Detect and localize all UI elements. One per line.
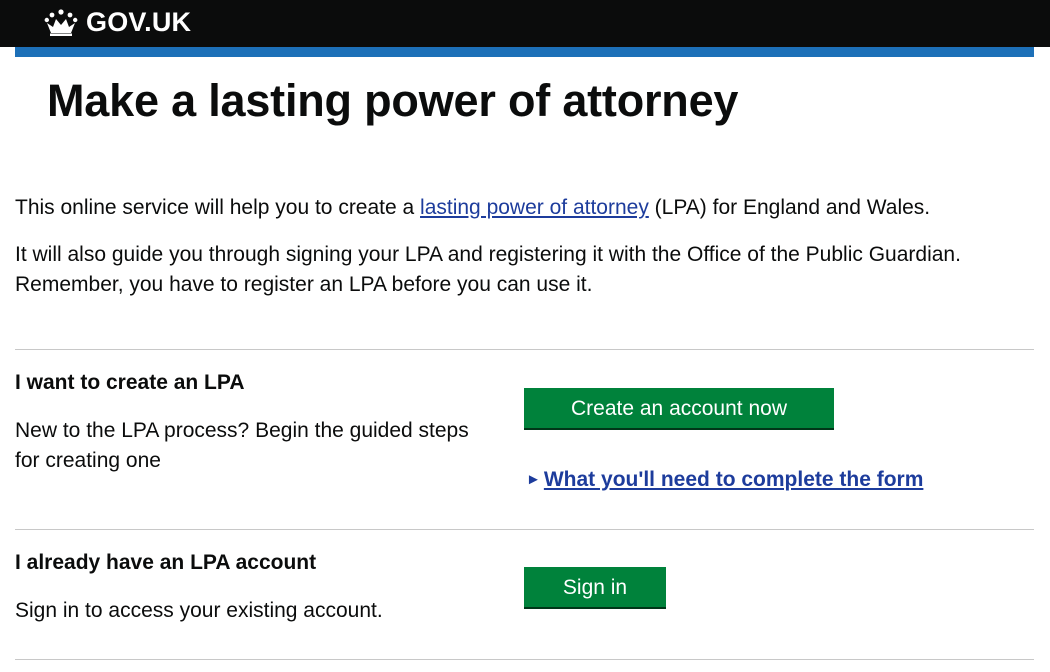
signin-heading: I already have an LPA account xyxy=(15,551,317,574)
intro-text-after: (LPA) for England and Wales. xyxy=(648,196,931,219)
create-lpa-description: New to the LPA process? Begin the guided… xyxy=(15,419,469,472)
intro-paragraph: This online service will help you to cre… xyxy=(15,193,1045,223)
signin-description: Sign in to access your existing account. xyxy=(15,599,383,622)
triangle-right-icon: ► xyxy=(526,471,541,488)
section-divider xyxy=(15,659,1034,660)
logo-text: GOV.UK xyxy=(86,6,192,37)
intro-second-paragraph: It will also guide you through signing y… xyxy=(15,243,961,296)
create-lpa-heading: I want to create an LPA xyxy=(15,371,245,394)
sign-in-button[interactable]: Sign in xyxy=(524,567,666,609)
section-divider xyxy=(15,529,1034,530)
form-requirements-label: What you'll need to complete the form xyxy=(543,468,924,491)
create-account-button[interactable]: Create an account now xyxy=(524,388,834,430)
page-title: Make a lasting power of attorney xyxy=(47,75,739,126)
site-header: GOV.UK xyxy=(0,0,1050,47)
section-divider xyxy=(15,349,1034,350)
header-accent-bar xyxy=(15,47,1034,57)
crown-icon xyxy=(44,9,78,36)
govuk-logo-link[interactable]: GOV.UK xyxy=(44,6,191,38)
form-requirements-toggle[interactable]: ► What you'll need to complete the form xyxy=(526,466,923,494)
lpa-info-link[interactable]: lasting power of attorney xyxy=(420,196,649,219)
intro-text-before: This online service will help you to cre… xyxy=(15,196,421,219)
